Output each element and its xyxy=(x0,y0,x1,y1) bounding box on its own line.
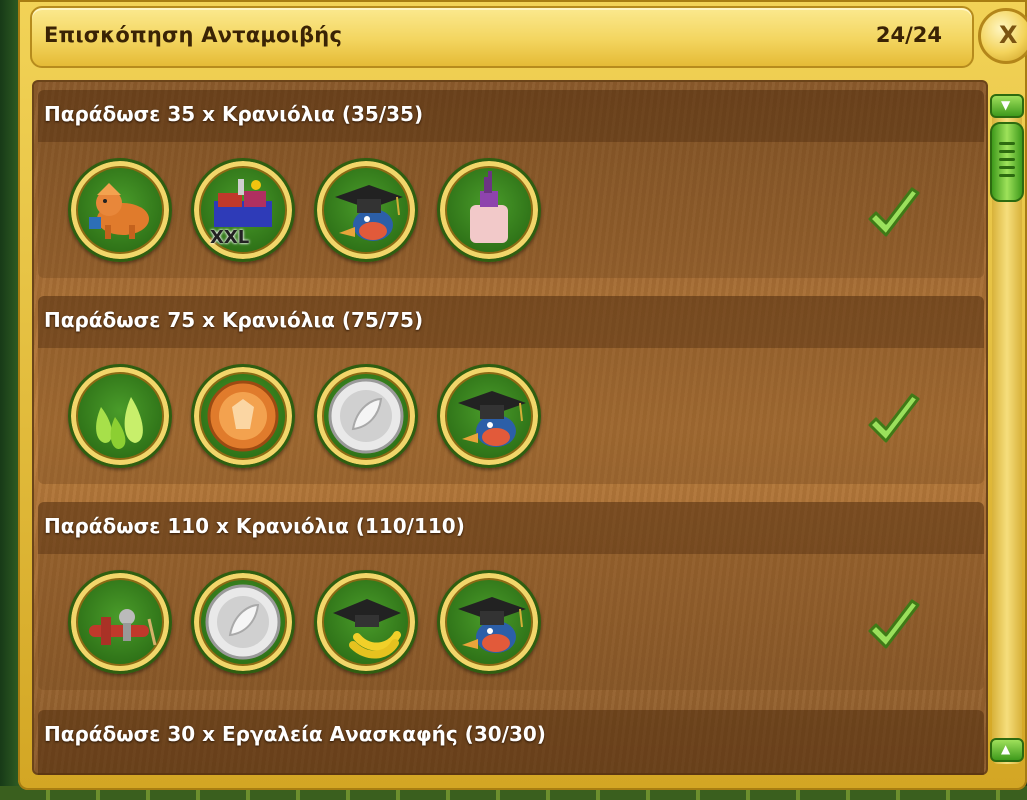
green-drops-icon[interactable] xyxy=(68,364,172,468)
reward-list-panel: Παράδωσε 35 x Κρανιόλια (35/35) XXL Παρά… xyxy=(32,80,988,775)
section-title: Παράδωσε 75 x Κρανιόλια (75/75) xyxy=(44,308,424,332)
close-icon: X xyxy=(999,21,1018,49)
completed-check-icon xyxy=(868,187,920,237)
triangle-up-icon: ▲ xyxy=(1001,742,1011,756)
grip-line xyxy=(999,150,1015,153)
xxl-toolbox-icon[interactable]: XXL xyxy=(191,158,295,262)
bronze-medal-icon[interactable] xyxy=(191,364,295,468)
progress-counter: 24/24 xyxy=(875,23,942,47)
graduation-bird-icon[interactable] xyxy=(437,570,541,674)
window-header: Επισκόπηση Ανταμοιβής 24/24 xyxy=(30,6,974,68)
scroll-down-button[interactable]: ▼ xyxy=(990,94,1024,118)
close-button[interactable]: X xyxy=(978,8,1027,64)
plane-dino-icon[interactable] xyxy=(68,570,172,674)
completed-check-icon xyxy=(868,599,920,649)
completed-check-icon xyxy=(868,393,920,443)
section-title: Παράδωσε 35 x Κρανιόλια (35/35) xyxy=(44,102,424,126)
triangle-down-icon: ▼ xyxy=(1001,98,1011,112)
xxl-badge: XXL xyxy=(210,227,250,248)
graduation-bananas-icon[interactable] xyxy=(314,570,418,674)
section-title: Παράδωσε 110 x Κρανιόλια (110/110) xyxy=(44,514,465,538)
graduation-bird-icon[interactable] xyxy=(437,364,541,468)
triceratops-dino-icon[interactable] xyxy=(68,158,172,262)
window-title: Επισκόπηση Ανταμοιβής xyxy=(44,23,343,47)
reward-section: Παράδωσε 75 x Κρανιόλια (75/75) xyxy=(38,296,984,484)
grip-line xyxy=(999,158,1015,161)
grip-line xyxy=(999,142,1015,145)
graduation-bird-icon[interactable] xyxy=(314,158,418,262)
grip-line xyxy=(999,166,1015,169)
section-title: Παράδωσε 30 x Εργαλεία Ανασκαφής (30/30) xyxy=(44,722,546,746)
scrollbar-thumb[interactable] xyxy=(990,122,1024,202)
reward-section: Παράδωσε 30 x Εργαλεία Ανασκαφής (30/30) xyxy=(38,710,984,775)
grip-line xyxy=(999,174,1015,177)
silver-coin-icon[interactable] xyxy=(314,364,418,468)
reward-section: Παράδωσε 110 x Κρανιόλια (110/110) xyxy=(38,502,984,690)
silver-coin-icon[interactable] xyxy=(191,570,295,674)
reward-section: Παράδωσε 35 x Κρανιόλια (35/35) XXL xyxy=(38,90,984,278)
scroll-up-button[interactable]: ▲ xyxy=(990,738,1024,762)
potion-bottle-icon[interactable] xyxy=(437,158,541,262)
